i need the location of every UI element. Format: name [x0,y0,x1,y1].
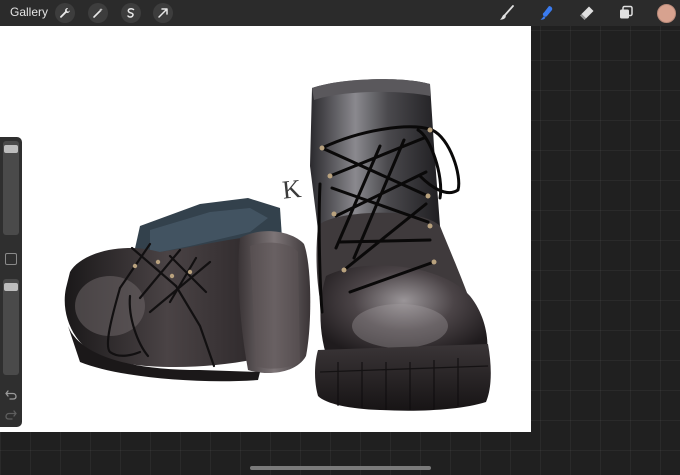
top-toolbar: Gallery [0,0,680,26]
drawing-canvas[interactable]: K [0,26,531,432]
redo-icon[interactable] [4,407,18,421]
brush-size-thumb[interactable] [4,145,18,153]
brush-size-slider[interactable] [3,141,19,235]
layers-icon [620,5,633,19]
left-boot [64,198,311,382]
selection-button[interactable] [121,3,141,23]
eraser-tool-button[interactable] [577,3,597,23]
boots-painting: K [64,79,491,411]
home-indicator[interactable] [250,466,431,470]
opacity-thumb[interactable] [4,283,18,291]
brush-icon [500,5,514,20]
selection-icon [127,8,135,18]
smudge-tool-button[interactable] [537,3,557,23]
undo-icon[interactable] [4,387,18,401]
brush-sidebar [0,137,22,427]
wrench-icon [60,8,70,18]
actions-button[interactable] [55,3,75,23]
signature-mark: K [281,174,303,205]
transform-arrow-icon [158,8,168,18]
brush-tool-button[interactable] [497,3,517,23]
opacity-slider[interactable] [3,279,19,375]
smudge-icon [540,6,553,20]
color-picker-button[interactable] [657,4,676,23]
modify-button[interactable] [5,253,17,265]
layers-button[interactable] [616,3,636,23]
right-boot [310,79,491,411]
transform-button[interactable] [153,3,173,23]
gallery-button[interactable]: Gallery [10,5,48,19]
eraser-icon [580,6,594,20]
adjustments-button[interactable] [88,3,108,23]
magic-wand-icon [93,8,103,18]
